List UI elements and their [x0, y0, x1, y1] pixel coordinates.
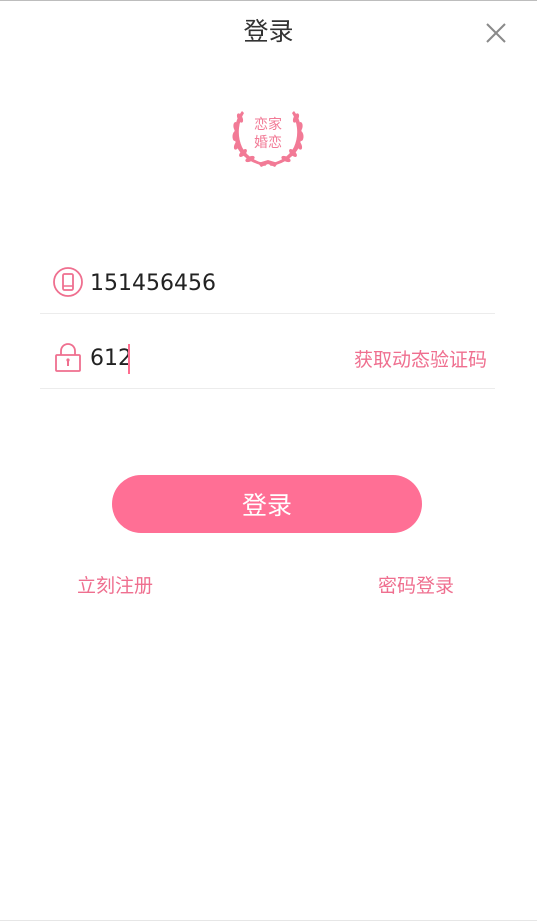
bottom-divider: [0, 920, 537, 921]
close-button[interactable]: [478, 15, 514, 51]
logo-text-top: 恋家: [254, 116, 282, 133]
phone-icon: [53, 267, 83, 297]
code-row: 获取动态验证码: [40, 314, 495, 389]
login-screen: 登录 恋家 婚恋 151456456 612 获取动态验证码 登录 立刻注册 密…: [0, 0, 537, 923]
password-login-link[interactable]: 密码登录: [378, 571, 454, 598]
phone-input[interactable]: [90, 263, 350, 303]
get-code-button[interactable]: 获取动态验证码: [354, 345, 487, 372]
register-link[interactable]: 立刻注册: [77, 571, 153, 598]
laurel-logo: 恋家 婚恋: [232, 111, 304, 167]
phone-row: [40, 239, 495, 314]
login-button[interactable]: 登录: [112, 475, 422, 533]
lock-icon: [55, 343, 81, 372]
code-input[interactable]: [90, 338, 130, 378]
text-caret: [128, 344, 130, 374]
close-icon: [486, 23, 506, 43]
logo-text-bottom: 婚恋: [254, 134, 282, 151]
page-title: 登录: [243, 17, 294, 46]
top-divider: [0, 0, 537, 1]
